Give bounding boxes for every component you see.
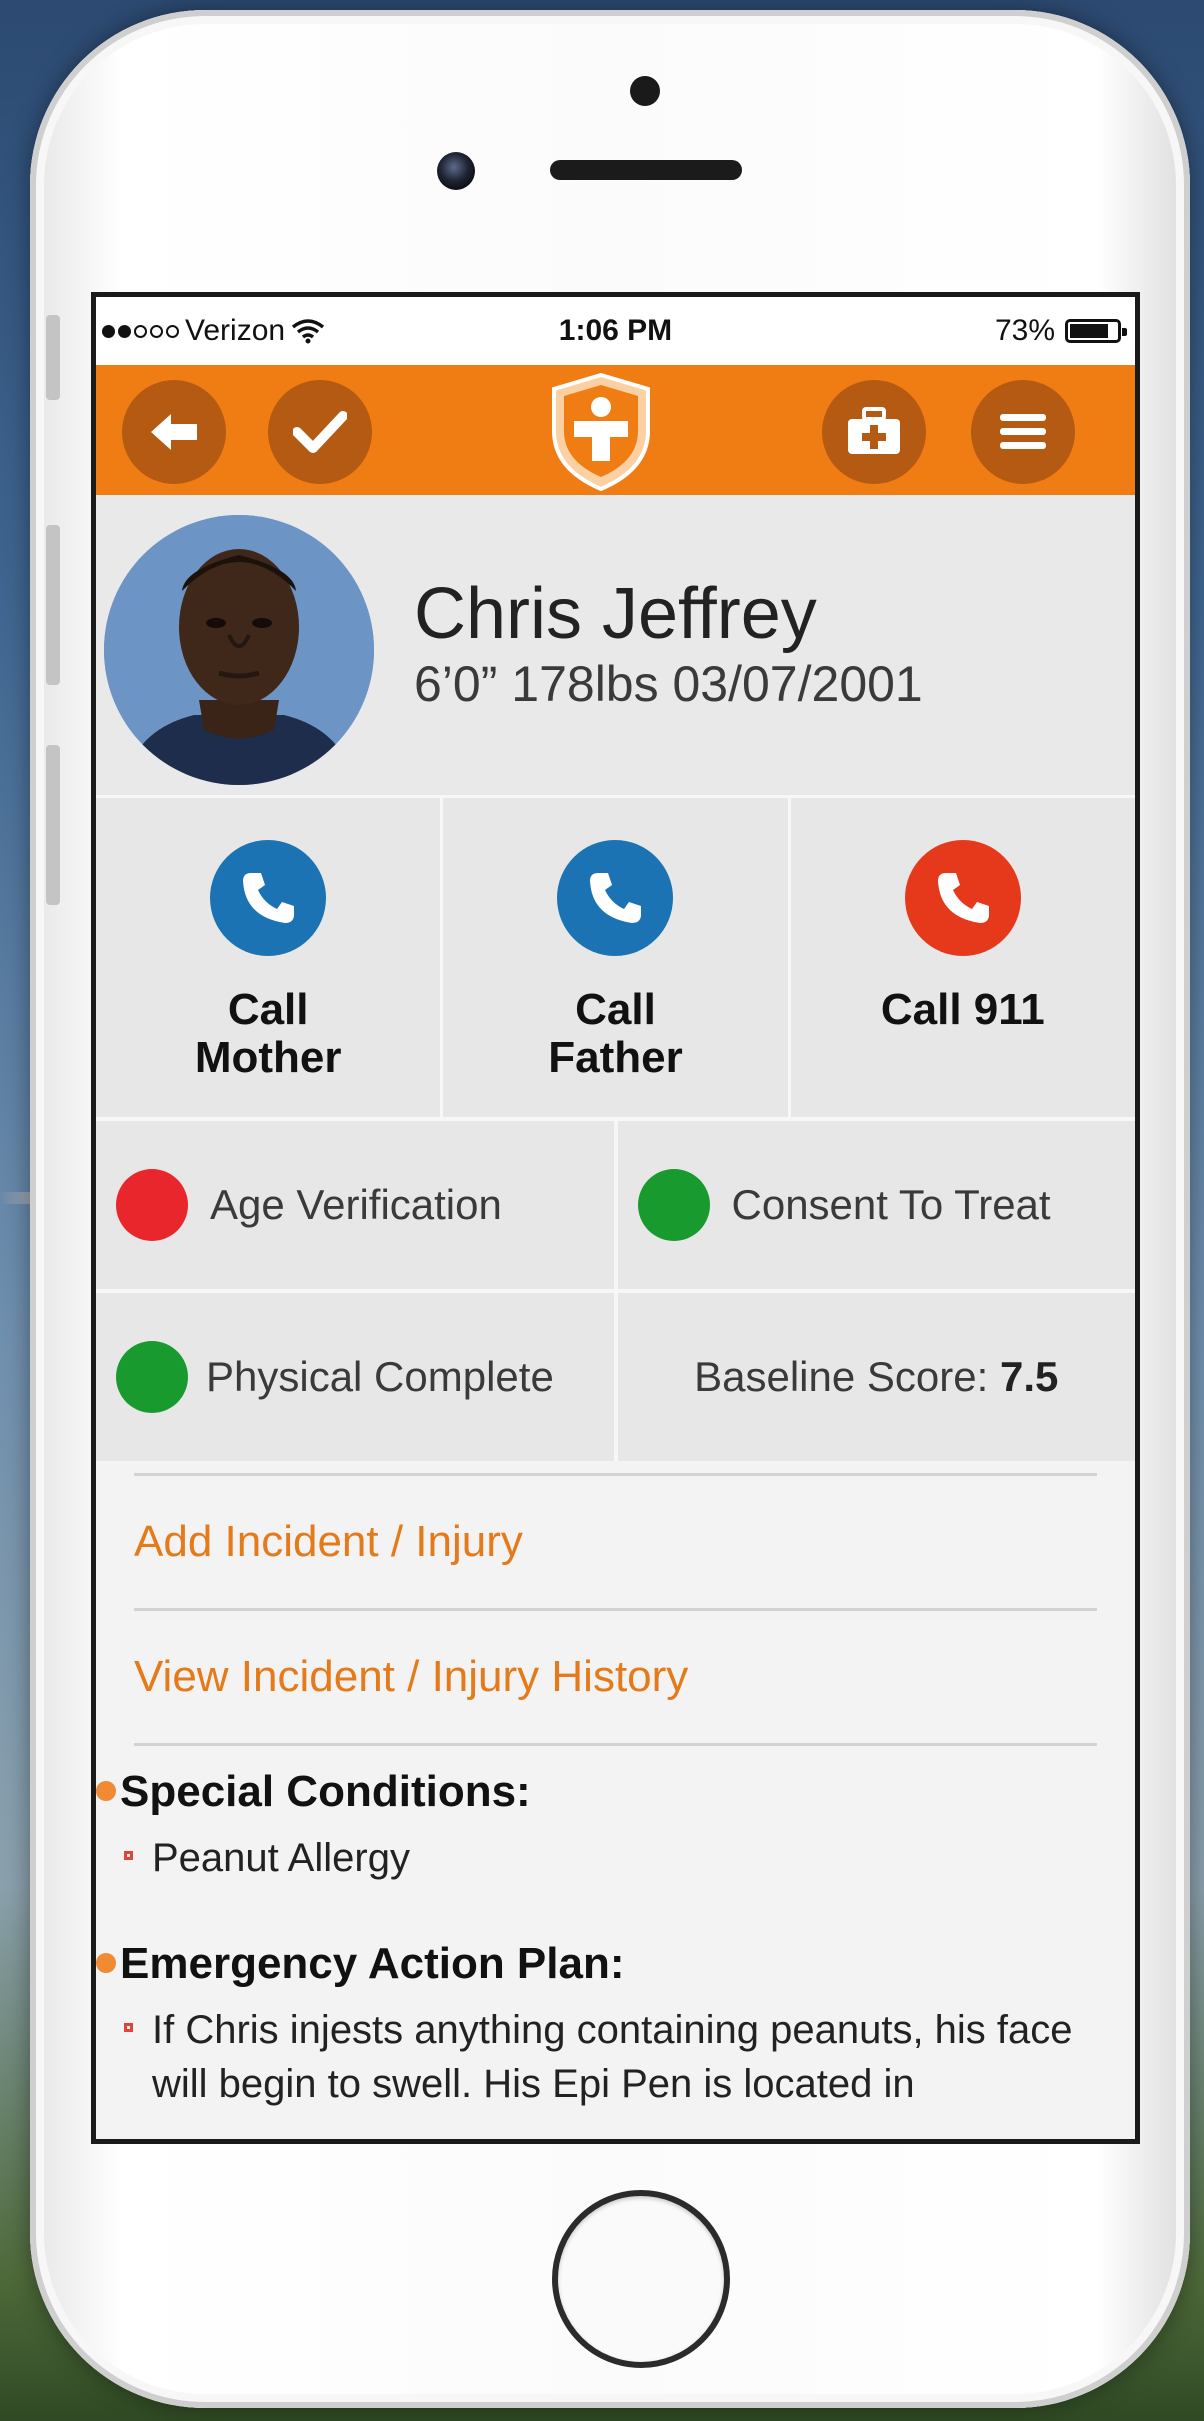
avatar (104, 515, 374, 785)
baseline-score-text: Baseline Score: 7.5 (694, 1353, 1058, 1401)
volume-down-button (46, 745, 60, 905)
athlete-profile: Chris Jeffrey 6’0” 178lbs 03/07/2001 (96, 495, 1135, 795)
athlete-name: Chris Jeffrey (414, 574, 817, 654)
emergency-plan-item: If Chris injests anything containing pea… (96, 2003, 1135, 2111)
emergency-action-plan-section: Emergency Action Plan: If Chris injests … (96, 1939, 1135, 2111)
view-incident-history-label: View Incident / Injury History (134, 1652, 689, 1701)
call-mother-button[interactable]: Call Mother (96, 798, 444, 1120)
app-screen: Verizon 1:06 PM 73% Chris Jeffrey 6’0” 1… (91, 292, 1140, 2144)
phone-icon (210, 840, 327, 956)
proximity-sensor (630, 76, 660, 106)
status-dot-red-icon (116, 1169, 188, 1241)
view-incident-history-link[interactable]: View Incident / Injury History (134, 1608, 1097, 1743)
call-911-label: Call 911 (880, 985, 1045, 1034)
status-dot-green-icon (637, 1169, 710, 1241)
mute-switch (46, 315, 60, 400)
confirm-button[interactable] (268, 380, 372, 484)
special-conditions-title: Special Conditions: (96, 1767, 1135, 1817)
athlete-photo (104, 515, 374, 785)
phone-icon (557, 840, 674, 956)
call-911-button[interactable]: Call 911 (790, 798, 1135, 1120)
battery-percent: 73% (994, 314, 1055, 347)
back-arrow-icon (151, 414, 197, 450)
call-mother-line2: Mother (194, 1033, 342, 1082)
status-row-2: Physical Complete Baseline Score: 7.5 (96, 1289, 1135, 1461)
battery-icon (1065, 319, 1127, 343)
add-incident-link[interactable]: Add Incident / Injury (134, 1473, 1097, 1608)
menu-icon (1000, 414, 1046, 449)
physical-complete-status[interactable]: Physical Complete (96, 1293, 618, 1461)
add-incident-label: Add Incident / Injury (134, 1517, 523, 1566)
volume-up-button (46, 525, 60, 685)
call-father-line1: Call (575, 985, 656, 1034)
baseline-score-value: 7.5 (999, 1353, 1059, 1400)
call-actions: Call Mother Call Father Call 911 (96, 795, 1135, 1120)
battery-status: 73% (994, 314, 1127, 348)
baseline-score-label: Baseline Score: (694, 1353, 989, 1400)
shield-medical-logo (552, 373, 650, 491)
home-button[interactable] (552, 2190, 730, 2368)
earpiece-speaker (550, 160, 742, 180)
consent-to-treat-status[interactable]: Consent To Treat (617, 1121, 1135, 1289)
special-conditions-section: Special Conditions: Peanut Allergy (96, 1767, 1135, 1885)
call-mother-label: Call Mother (96, 986, 440, 1082)
call-mother-line1: Call (227, 985, 309, 1034)
call-father-label: Call Father (443, 986, 787, 1082)
status-bar: Verizon 1:06 PM 73% (96, 297, 1135, 365)
status-dot-green-icon (116, 1341, 188, 1413)
baseline-score: Baseline Score: 7.5 (617, 1293, 1135, 1461)
emergency-action-plan-title: Emergency Action Plan: (96, 1939, 1135, 1989)
checkmark-icon (293, 411, 347, 453)
clock: 1:06 PM (558, 314, 673, 347)
phone-icon (904, 840, 1021, 956)
athlete-stats: 6’0” 178lbs 03/07/2001 (414, 656, 923, 712)
menu-button[interactable] (971, 380, 1075, 484)
call-father-line2: Father (548, 1033, 683, 1082)
first-aid-button[interactable] (822, 380, 926, 484)
age-verification-label: Age Verification (210, 1181, 502, 1228)
divider (134, 1743, 1097, 1746)
status-row-1: Age Verification Consent To Treat (96, 1117, 1135, 1289)
front-camera (437, 152, 475, 190)
app-header (96, 365, 1135, 495)
special-condition-item: Peanut Allergy (96, 1831, 1135, 1885)
age-verification-status[interactable]: Age Verification (96, 1121, 618, 1289)
back-button[interactable] (122, 380, 226, 484)
incident-links: Add Incident / Injury View Incident / In… (96, 1473, 1135, 1746)
call-father-button[interactable]: Call Father (443, 798, 791, 1120)
first-aid-kit-icon (848, 407, 900, 454)
physical-complete-label: Physical Complete (206, 1353, 554, 1400)
consent-to-treat-label: Consent To Treat (731, 1181, 1051, 1228)
